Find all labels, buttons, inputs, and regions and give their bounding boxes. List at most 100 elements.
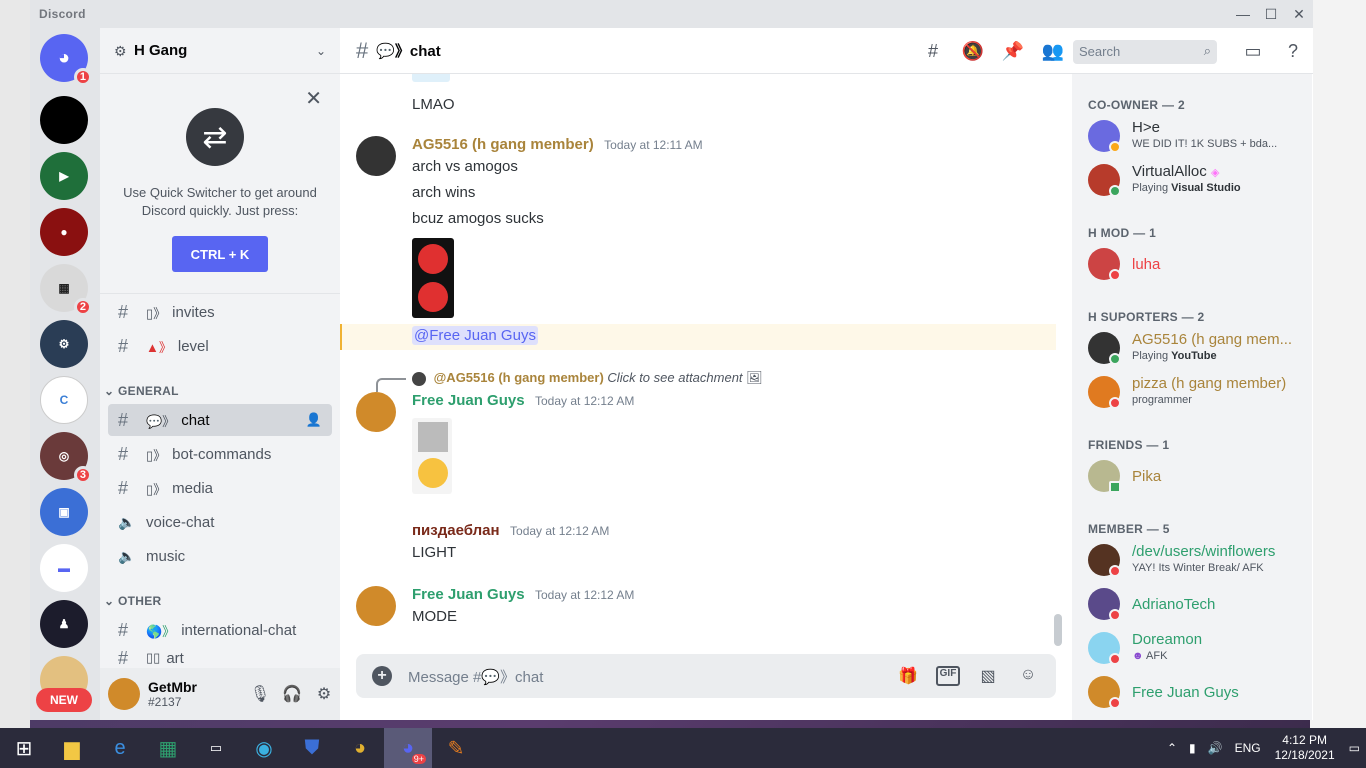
help-icon[interactable]: ? (1273, 41, 1313, 62)
sticker-image[interactable] (412, 418, 452, 494)
minimize-button[interactable]: — (1229, 0, 1257, 28)
message: пиздаеблан Today at 12:12 AM LIGHT (356, 522, 1056, 566)
hash-icon: # (118, 335, 129, 356)
member-item[interactable]: pizza (h gang member) programmer (1088, 372, 1304, 414)
server-icon[interactable]: ♟ (40, 600, 88, 648)
channel-label: level (177, 337, 209, 355)
headphones-icon[interactable]: 🎧 (276, 684, 308, 704)
add-attachment-icon[interactable]: + (372, 666, 392, 686)
sticker-image[interactable] (412, 238, 454, 318)
start-button[interactable]: ⊞ (0, 728, 48, 768)
mute-icon[interactable]: 🎙 (244, 684, 276, 704)
discord-taskbar-icon[interactable]: ◕ 9+ (384, 728, 432, 768)
internet-explorer-icon[interactable]: e (96, 728, 144, 768)
channel-music[interactable]: 🔈 music (108, 540, 332, 572)
volume-icon[interactable]: 🔊 (1208, 741, 1223, 755)
language-indicator[interactable]: ENG (1235, 741, 1261, 755)
security-shield-icon[interactable]: ⛊ (288, 728, 336, 768)
member-item[interactable]: AG5516 (h gang mem... Playing YouTube (1088, 328, 1304, 370)
server-icon[interactable]: ● (40, 208, 88, 256)
add-member-icon[interactable]: 👤 (306, 412, 322, 428)
server-icon[interactable]: ⚙ (40, 320, 88, 368)
quick-switcher-shortcut-button[interactable]: CTRL + K (172, 236, 268, 272)
store-icon[interactable]: ▦ (144, 728, 192, 768)
member-item[interactable]: luha (1088, 244, 1304, 286)
paint-icon[interactable]: ✎ (432, 728, 480, 768)
channel-label: bot-commands (172, 445, 272, 463)
channel-bot-commands[interactable]: # ▯》 bot-commands (108, 438, 332, 470)
server-icon[interactable] (40, 96, 88, 144)
member-item[interactable]: H>e WE DID IT! 1K SUBS + bda... (1088, 116, 1304, 158)
server-icon[interactable]: ▣ (40, 488, 88, 536)
author-avatar[interactable] (356, 392, 396, 432)
edge-icon[interactable]: ◉ (240, 728, 288, 768)
guild-header[interactable]: ⚙ H Gang ⌄ (100, 28, 340, 74)
notification-bell-icon[interactable]: 🔕 (953, 41, 993, 62)
category-general[interactable]: ⌄ GENERAL (104, 384, 179, 398)
scrollbar[interactable] (1054, 614, 1062, 646)
message-composer[interactable]: + Message #💬》chat 🎁 GIF ▧ ☺ (356, 654, 1056, 698)
gift-icon[interactable]: 🎁 (888, 666, 928, 686)
channel-chat[interactable]: # 💬》 chat 👤 (108, 404, 332, 436)
folder-icon[interactable]: ▬ (40, 544, 88, 592)
chevron-up-icon[interactable]: ⌃ (1167, 741, 1177, 755)
author-avatar[interactable] (356, 586, 396, 626)
message-input[interactable]: Message #💬》chat (408, 666, 888, 687)
hash-icon: # (118, 619, 129, 640)
sticker-icon[interactable]: ▧ (968, 666, 1008, 686)
category-other[interactable]: ⌄ OTHER (104, 594, 162, 608)
dnd-status-icon (1109, 697, 1121, 709)
channel-label: international-chat (181, 621, 297, 639)
member-item[interactable]: Pika (1088, 456, 1304, 498)
threads-icon[interactable]: # (913, 41, 953, 62)
user-avatar[interactable] (108, 678, 140, 710)
inbox-icon[interactable]: ▭ (1233, 41, 1273, 62)
timestamp: Today at 12:12 AM (535, 394, 635, 408)
close-button[interactable]: ✕ (1285, 0, 1313, 28)
image-attachment[interactable] (412, 74, 450, 82)
channel-voice-chat[interactable]: 🔈 voice-chat (108, 506, 332, 538)
author-name[interactable]: Free Juan Guys (412, 392, 525, 409)
author-name[interactable]: Free Juan Guys (412, 586, 525, 603)
online-status-icon (1109, 185, 1121, 197)
server-icon[interactable]: ◎ 3 (40, 432, 92, 484)
server-icon[interactable]: ▶ (40, 152, 88, 200)
search-input[interactable]: Search ⌕ (1073, 40, 1217, 64)
reply-preview[interactable]: @AG5516 (h gang member) Click to see att… (412, 370, 763, 386)
user-mention[interactable]: @Free Juan Guys (412, 326, 538, 345)
new-unreads-pill[interactable]: NEW (36, 688, 92, 712)
author-avatar[interactable] (356, 136, 396, 176)
network-icon[interactable]: ▮ (1189, 741, 1196, 755)
member-item[interactable]: /dev/users/winflowers YAY! Its Winter Br… (1088, 540, 1304, 582)
channel-invites[interactable]: # ▯》 invites (108, 296, 332, 328)
channel-level[interactable]: # ▲》 level (108, 330, 332, 362)
gear-icon[interactable]: ⚙ (308, 684, 340, 704)
mention-highlight: @Free Juan Guys (340, 324, 1056, 350)
member-item[interactable]: Free Juan Guys (1088, 672, 1304, 714)
file-explorer-icon[interactable]: ▆ (48, 728, 96, 768)
notification-icon[interactable]: ▭ (1349, 741, 1360, 755)
author-name[interactable]: AG5516 (h gang member) (412, 136, 594, 153)
pin-icon[interactable]: 📌 (993, 41, 1033, 62)
member-status: Playing YouTube (1132, 350, 1300, 362)
member-list-icon[interactable]: 👥 (1033, 41, 1073, 62)
search-placeholder: Search (1079, 44, 1121, 59)
terminal-icon[interactable]: ▭ (192, 728, 240, 768)
server-icon[interactable]: ▦ 2 (40, 264, 92, 316)
close-tip-icon[interactable]: ✕ (305, 86, 322, 111)
member-item[interactable]: Doreamon ☻ AFK (1088, 628, 1304, 670)
clock[interactable]: 4:12 PM 12/18/2021 (1275, 733, 1335, 763)
channel-media[interactable]: # ▯》 media (108, 472, 332, 504)
member-item[interactable]: AdrianoTech (1088, 584, 1304, 626)
channel-international-chat[interactable]: # 🌎》 international-chat (108, 614, 332, 646)
maximize-button[interactable]: ☐ (1257, 0, 1285, 28)
emoji-icon[interactable]: ☺ (1008, 666, 1048, 686)
channel-art[interactable]: # ▯▯ art (108, 648, 332, 668)
server-icon[interactable]: C (40, 376, 88, 424)
home-button[interactable]: ◕ 1 (40, 34, 92, 86)
gif-icon[interactable]: GIF (936, 666, 960, 686)
chrome-icon[interactable]: ◕ (336, 728, 384, 768)
channel-emoji: ▯》 (146, 305, 167, 321)
member-item[interactable]: VirtualAlloc ◈ Playing Visual Studio (1088, 160, 1304, 202)
author-name[interactable]: пиздаеблан (412, 522, 500, 539)
